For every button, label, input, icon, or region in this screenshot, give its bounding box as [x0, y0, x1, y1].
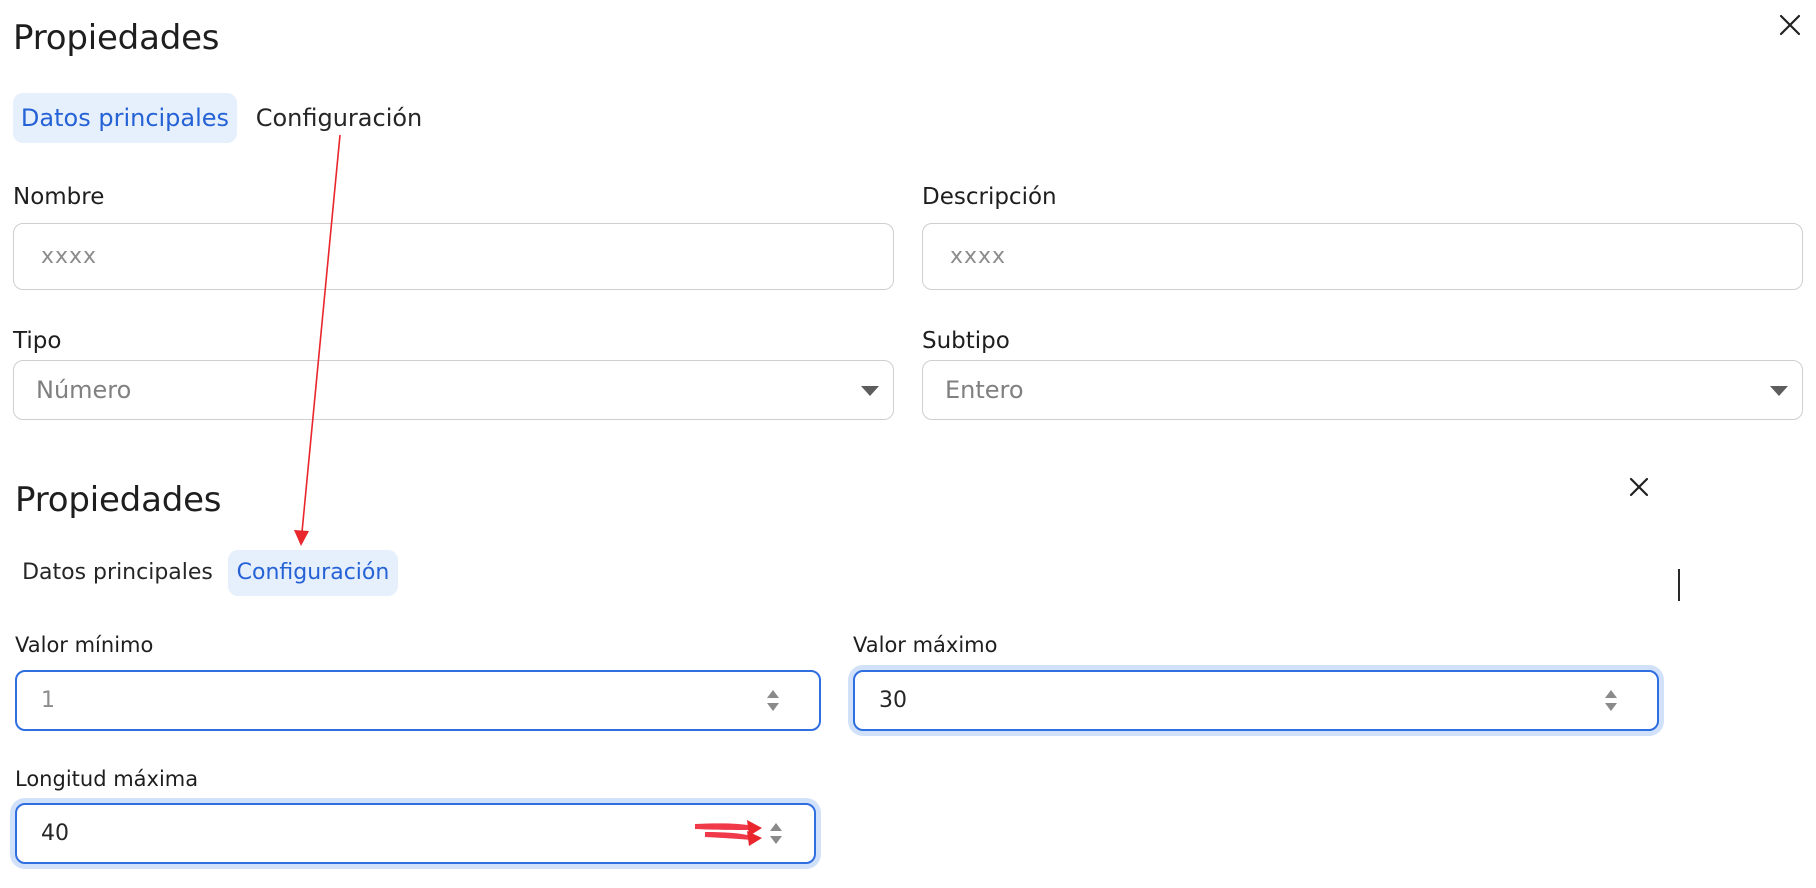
subtipo-selected-value: Entero [945, 376, 1024, 404]
tab-label: Configuración [255, 104, 423, 132]
longitud-maxima-value: 40 [41, 821, 69, 846]
nombre-label: Nombre [13, 184, 105, 210]
chevron-down-icon [861, 386, 879, 396]
tab-datos-principales[interactable]: Datos principales [15, 550, 220, 596]
close-icon[interactable] [1622, 470, 1656, 504]
tab-label: Datos principales [22, 560, 213, 585]
tipo-label: Tipo [13, 328, 62, 354]
page-title: Propiedades [15, 480, 222, 520]
stepper-down-icon[interactable] [770, 836, 782, 844]
stepper-down-icon[interactable] [1605, 703, 1617, 711]
stepper-up-icon[interactable] [767, 690, 779, 698]
valor-maximo-value: 30 [879, 688, 907, 713]
valor-minimo-input[interactable]: 1 [15, 670, 821, 731]
valor-minimo-label: Valor mínimo [15, 633, 154, 657]
annotation-arrow-configuracion [294, 134, 341, 546]
chevron-down-icon [1770, 386, 1788, 396]
descripcion-label: Descripción [922, 184, 1057, 210]
close-icon[interactable] [1773, 8, 1807, 42]
tab-label: Datos principales [20, 104, 230, 132]
nombre-field[interactable]: xxxx [13, 223, 894, 290]
tab-datos-principales[interactable]: Datos principales [13, 93, 237, 143]
properties-screenshot: Propiedades Datos principales Configurac… [0, 0, 1816, 888]
page-title: Propiedades [13, 18, 220, 58]
stepper-up-icon[interactable] [1605, 690, 1617, 698]
quantity-stepper[interactable] [769, 822, 783, 846]
longitud-maxima-label: Longitud máxima [15, 767, 199, 791]
tab-label: Configuración [236, 560, 390, 585]
tipo-select[interactable]: Número [13, 360, 894, 420]
longitud-maxima-input[interactable]: 40 [15, 803, 816, 864]
valor-maximo-input[interactable]: 30 [853, 670, 1659, 731]
subtipo-label: Subtipo [922, 328, 1010, 354]
nombre-placeholder: xxxx [41, 244, 98, 269]
tipo-selected-value: Número [36, 376, 132, 404]
quantity-stepper[interactable] [766, 689, 780, 713]
quantity-stepper[interactable] [1604, 689, 1618, 713]
text-cursor [1678, 569, 1680, 601]
stepper-up-icon[interactable] [770, 823, 782, 831]
descripcion-field[interactable]: xxxx [922, 223, 1803, 290]
tab-configuracion[interactable]: Configuración [228, 550, 398, 596]
stepper-down-icon[interactable] [767, 703, 779, 711]
valor-minimo-value: 1 [41, 688, 55, 713]
subtipo-select[interactable]: Entero [922, 360, 1803, 420]
descripcion-placeholder: xxxx [950, 244, 1007, 269]
tab-configuracion[interactable]: Configuración [254, 93, 424, 143]
valor-maximo-label: Valor máximo [853, 633, 998, 657]
